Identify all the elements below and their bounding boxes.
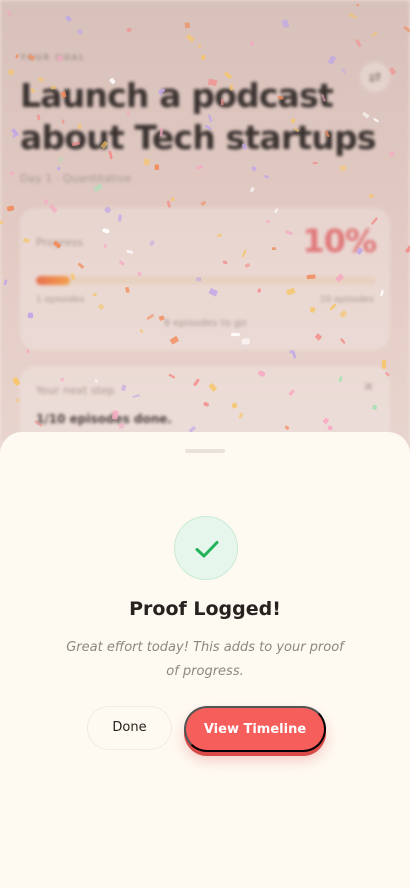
success-badge <box>174 516 238 580</box>
view-timeline-button[interactable]: View Timeline <box>184 706 326 752</box>
progress-percent: 10% <box>302 222 377 260</box>
goal-meta: Day 1 · Quantitative <box>20 172 132 185</box>
goal-title: Launch a podcast about Tech startups <box>20 76 376 157</box>
progress-end-label: 10 episodes <box>319 295 374 305</box>
checkmark-icon <box>195 541 219 558</box>
progress-label: Progress <box>36 236 83 249</box>
progress-fill <box>36 276 70 285</box>
next-step-text: 1/10 episodes done. <box>36 412 172 426</box>
sheet-subtitle: Great effort today! This adds to your pr… <box>66 640 344 679</box>
sheet-drag-handle[interactable] <box>185 449 225 453</box>
goal-eyebrow: YOUR GOAL <box>20 53 86 62</box>
sheet-title: Proof Logged! <box>129 598 281 620</box>
progress-card: Progress 10% 1 episodes 10 episodes 9 ep… <box>20 208 390 350</box>
proof-logged-sheet: Proof Logged! Great effort today! This a… <box>0 432 410 888</box>
progress-track <box>36 276 376 285</box>
close-icon: ✕ <box>363 380 374 395</box>
next-step-label: Your next step <box>36 384 115 397</box>
done-button[interactable]: Done <box>87 706 172 750</box>
progress-start-label: 1 episodes <box>36 295 85 305</box>
progress-remaining: 9 episodes to go <box>163 318 247 329</box>
